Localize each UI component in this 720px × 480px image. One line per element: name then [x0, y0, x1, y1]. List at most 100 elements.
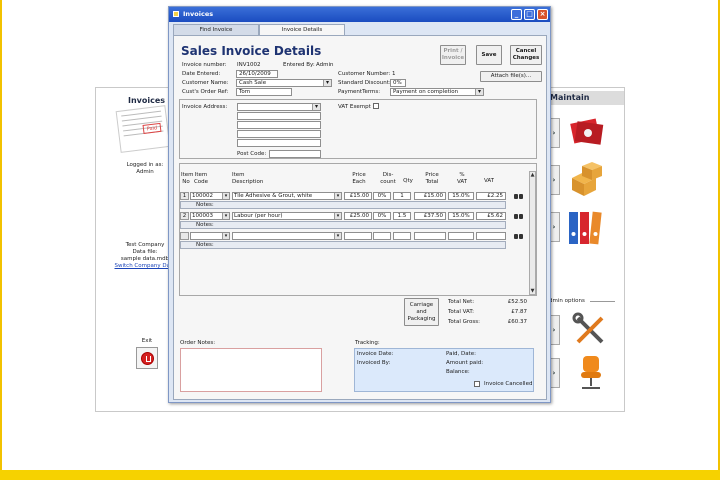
tracking-label: Tracking:: [355, 340, 380, 346]
total-net-label: Total Net:: [448, 299, 475, 305]
price-each-cell[interactable]: £25.00: [344, 212, 372, 220]
cust-order-ref-label: Cust's Order Ref:: [182, 89, 229, 95]
logged-in-label: Logged in as:: [126, 162, 164, 168]
vat-pct-cell[interactable]: [448, 232, 474, 240]
exit-button[interactable]: [136, 347, 158, 369]
col-vat-pct: % VAT: [456, 172, 468, 185]
balance-label: Balance:: [446, 369, 470, 375]
customer-number-label: Customer Number:: [338, 71, 391, 77]
customer-name-label: Customer Name:: [182, 80, 229, 86]
page-title: Sales Invoice Details: [181, 44, 322, 58]
price-total-cell: £15.00: [414, 192, 446, 200]
save-button[interactable]: Save: [476, 45, 502, 65]
attach-files-button[interactable]: Attach file(s)...: [480, 71, 542, 82]
row-number[interactable]: [180, 232, 189, 240]
scroll-down-icon[interactable]: ▼: [530, 288, 535, 294]
price-total-cell: £37.50: [414, 212, 446, 220]
customer-name-combo[interactable]: Cash Sale: [236, 79, 332, 87]
vat-exempt-label: VAT Exempt: [338, 104, 371, 110]
cust-order-ref-field[interactable]: Tom: [236, 88, 292, 96]
row-number[interactable]: 1: [180, 192, 189, 200]
invoice-number-label: Invoice number:: [182, 62, 227, 68]
binoculars-icon[interactable]: [514, 232, 523, 240]
scroll-up-icon[interactable]: ▲: [530, 172, 535, 178]
maximize-button[interactable]: □: [524, 9, 535, 20]
amount-paid-label: Amount paid:: [446, 360, 484, 366]
qty-cell[interactable]: 1.5: [393, 212, 411, 220]
total-vat-label: Total VAT:: [448, 309, 474, 315]
row-number[interactable]: 2: [180, 212, 189, 220]
item-code-combo[interactable]: 100002: [190, 192, 230, 200]
col-item-description: Item Description: [232, 172, 264, 185]
invoiced-by-label: Invoiced By:: [357, 360, 391, 366]
minimize-button[interactable]: _: [511, 9, 522, 20]
date-entered-label: Date Entered:: [182, 71, 221, 77]
col-item-code: Item Code: [193, 172, 209, 185]
discount-cell[interactable]: 0%: [373, 212, 391, 220]
vat-exempt-checkbox[interactable]: [373, 103, 379, 109]
invoice-address-label: Invoice Address:: [182, 104, 228, 110]
power-icon: [141, 352, 154, 365]
address-line-2[interactable]: [237, 112, 321, 120]
notes-row[interactable]: Notes:: [180, 241, 506, 249]
close-button[interactable]: ×: [537, 9, 548, 20]
col-item-no: Item No: [181, 172, 194, 185]
title-bar[interactable]: Invoices _ □ ×: [169, 7, 550, 22]
address-line-4[interactable]: [237, 130, 321, 138]
address-line-5[interactable]: [237, 139, 321, 147]
post-code-field[interactable]: [269, 150, 321, 158]
item-code-combo[interactable]: [190, 232, 230, 240]
boxes-icon[interactable]: [566, 160, 606, 200]
entered-by-value: Admin: [316, 62, 334, 68]
notes-row[interactable]: Notes:: [180, 201, 506, 209]
vat-pct-cell[interactable]: 15.0%: [448, 192, 474, 200]
address-line-1[interactable]: [237, 103, 321, 111]
payment-terms-combo[interactable]: Payment on completion: [390, 88, 484, 96]
office-chair-icon[interactable]: [574, 354, 608, 392]
print-invoice-button[interactable]: Print / Invoice: [440, 45, 466, 65]
screenshot-frame-bottom: [0, 470, 720, 480]
maintain-header: Maintain: [546, 91, 624, 105]
discount-cell[interactable]: [373, 232, 391, 240]
price-each-cell[interactable]: £15.00: [344, 192, 372, 200]
tools-icon[interactable]: [572, 312, 608, 348]
order-notes-textarea[interactable]: [180, 348, 322, 392]
grid-scrollbar[interactable]: ▲ ▼: [529, 171, 536, 295]
binders-icon[interactable]: [566, 208, 606, 246]
total-vat-value: £7.87: [511, 309, 527, 315]
app-icon: [173, 11, 179, 17]
item-code-combo[interactable]: 100003: [190, 212, 230, 220]
notes-row[interactable]: Notes:: [180, 221, 506, 229]
vat-pct-cell[interactable]: 15.0%: [448, 212, 474, 220]
item-description-combo[interactable]: Labour (per hour): [232, 212, 342, 220]
date-entered-field[interactable]: 26/10/2009: [236, 70, 278, 78]
customer-number-value: 1: [392, 71, 396, 77]
price-total-cell: [414, 232, 446, 240]
standard-discount-field[interactable]: 0%: [390, 79, 406, 87]
col-price-total: Price Total: [425, 172, 439, 185]
invoice-details-panel: Sales Invoice Details Invoice number: IN…: [173, 35, 547, 400]
address-card-icon[interactable]: [566, 113, 606, 149]
price-each-cell[interactable]: [344, 232, 372, 240]
invoice-cancelled-checkbox[interactable]: [474, 381, 480, 387]
item-description-combo[interactable]: [232, 232, 342, 240]
cancel-changes-button[interactable]: Cancel Changes: [510, 45, 542, 65]
total-net-value: £52.50: [507, 299, 527, 305]
address-line-3[interactable]: [237, 121, 321, 129]
item-description-combo[interactable]: Tile Adhesive & Grout, white: [232, 192, 342, 200]
qty-cell[interactable]: [393, 232, 411, 240]
standard-discount-label: Standard Discount:: [338, 80, 391, 86]
discount-cell[interactable]: 0%: [373, 192, 391, 200]
invoices-dialog: Invoices _ □ × Find Invoice Invoice Deta…: [168, 6, 551, 403]
logged-in-user: Admin: [136, 169, 154, 175]
admin-options-divider: [590, 301, 615, 302]
qty-cell[interactable]: 1: [393, 192, 411, 200]
binoculars-icon[interactable]: [514, 192, 523, 200]
invoice-thumbnail-image[interactable]: Paid: [115, 105, 171, 153]
invoice-number-value: INV1002: [237, 62, 261, 68]
exit-label: Exit: [141, 338, 153, 344]
col-price-each: Price Each: [352, 172, 366, 185]
binoculars-icon[interactable]: [514, 212, 523, 220]
carriage-packaging-button[interactable]: Carriage and Packaging: [404, 298, 439, 326]
paid-stamp: Paid: [142, 122, 162, 134]
